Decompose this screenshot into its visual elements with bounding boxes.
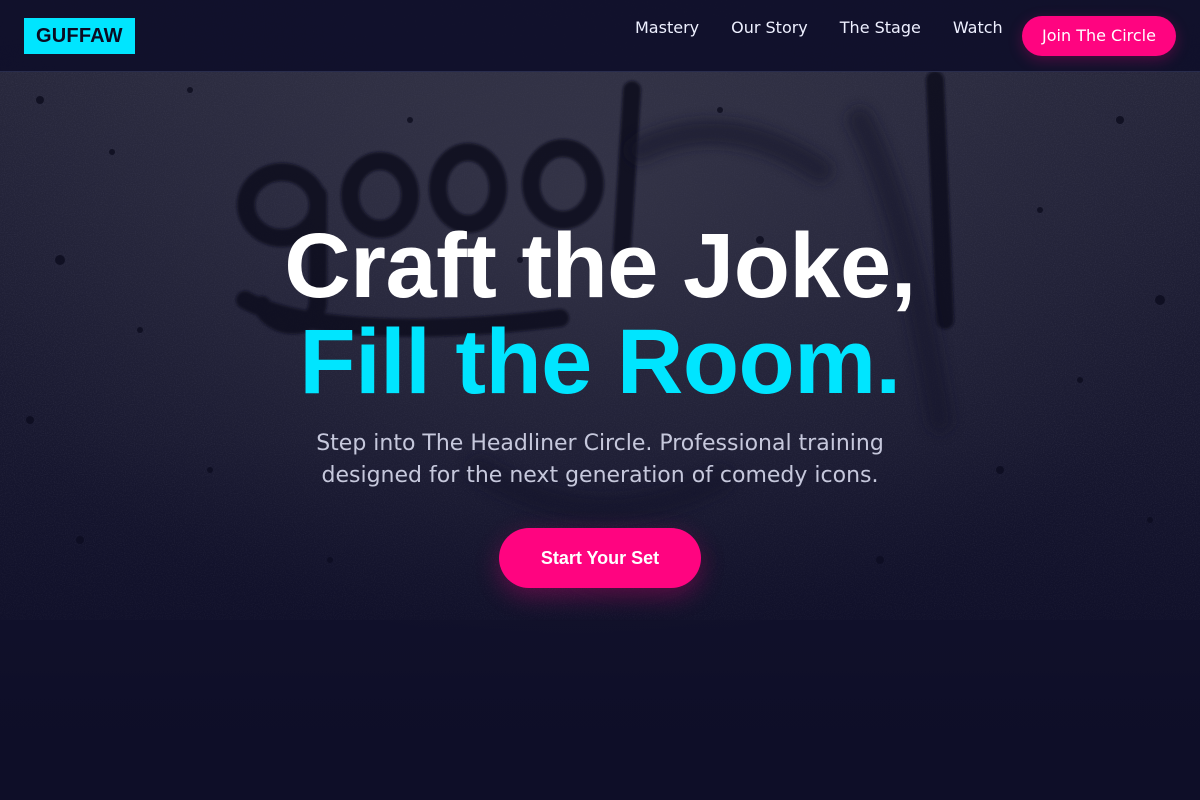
nav-links: Mastery Our Story The Stage Watch — [635, 16, 1003, 40]
hero-headline: Craft the Joke, Fill the Room. — [0, 218, 1200, 410]
nav-link-mastery[interactable]: Mastery — [635, 16, 699, 40]
hero-section: Craft the Joke, Fill the Room. Step into… — [0, 218, 1200, 588]
hero-headline-line-2: Fill the Room. — [299, 311, 901, 413]
logo[interactable]: GUFFAW — [24, 18, 135, 54]
nav-link-watch[interactable]: Watch — [953, 16, 1003, 40]
nav-link-the-stage[interactable]: The Stage — [840, 16, 921, 40]
nav-link-our-story[interactable]: Our Story — [731, 16, 808, 40]
hero-subtitle: Step into The Headliner Circle. Professi… — [316, 431, 884, 488]
start-your-set-button[interactable]: Start Your Set — [499, 528, 701, 588]
landing-page: GUFFAW Mastery Our Story The Stage Watch… — [0, 0, 1200, 800]
hero-headline-line-1: Craft the Joke, — [284, 215, 916, 317]
navigation-bar: GUFFAW Mastery Our Story The Stage Watch… — [0, 0, 1200, 72]
join-the-circle-button[interactable]: Join The Circle — [1022, 16, 1176, 56]
